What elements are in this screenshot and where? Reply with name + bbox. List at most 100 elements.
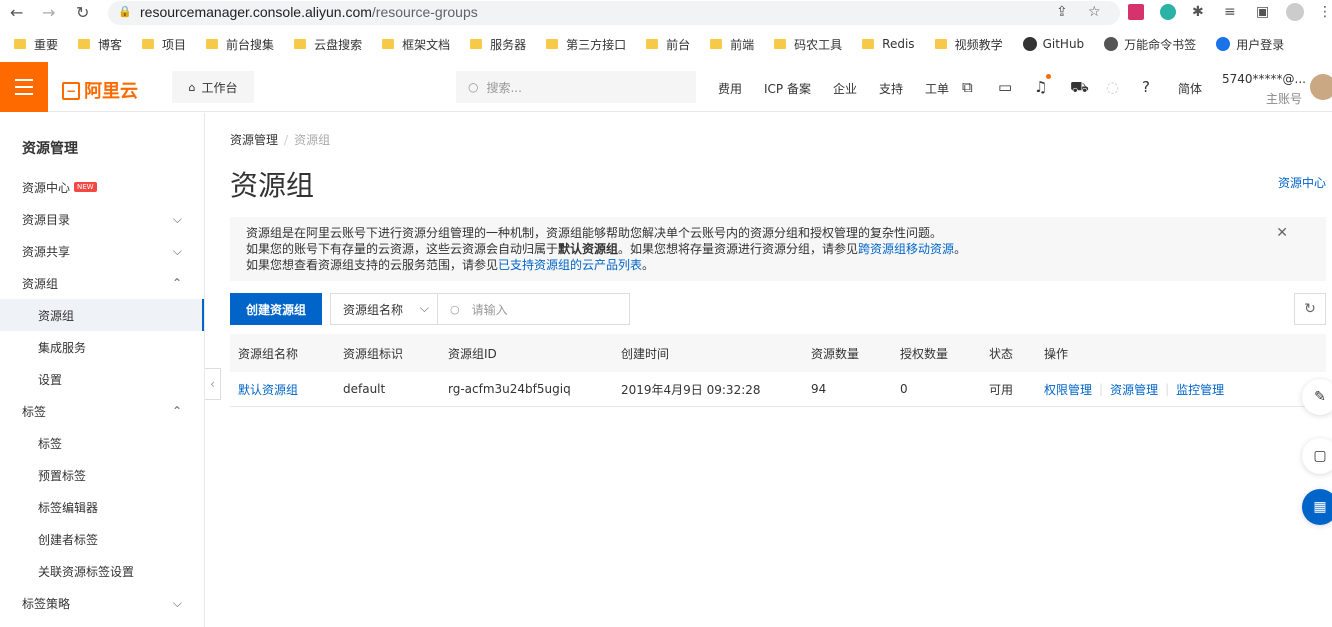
bookmark-folder[interactable]: 框架文档 [382,36,450,53]
sidebar-item-tags[interactable]: 标签 [0,427,204,459]
sidebar-item-resource-center[interactable]: 资源中心 NEW [0,171,204,203]
sidebar-item-associated-tag-settings[interactable]: 关联资源标签设置 [0,555,204,587]
breadcrumb-current: 资源组 [294,133,331,147]
top-link-enterprise[interactable]: 企业 [833,80,857,97]
sidebar-item-resource-directory[interactable]: 资源目录 ⌵ [0,203,204,235]
url-text[interactable]: resourcemanager.console.aliyun.com/resou… [140,4,478,20]
header-name: 资源组名称 [238,346,299,361]
sidebar-item-tags-group[interactable]: 标签 ⌃ [0,395,204,427]
bookmark-folder[interactable]: 项目 [142,36,186,53]
bookmark-folder[interactable]: 前台搜集 [206,36,274,53]
extension-icon[interactable] [1160,4,1176,20]
sidebar-item-settings[interactable]: 设置 [0,363,204,395]
top-link-billing[interactable]: 费用 [718,80,742,97]
top-link-ticket[interactable]: 工单 [925,80,949,97]
row-name-link[interactable]: 默认资源组 [238,372,298,406]
bookmark-folder[interactable]: 服务器 [470,36,526,53]
create-resource-group-button[interactable]: 创建资源组 [230,293,322,325]
sidebar-item-tag-editor[interactable]: 标签编辑器 [0,491,204,523]
bookmark-github[interactable]: GitHub [1022,37,1084,51]
table-header: 资源组名称 资源组标识 资源组ID 创建时间 资源数量 授权数量 状态 操作 [230,334,1326,372]
chevron-down-icon: ⌵ [419,301,429,315]
resource-center-link[interactable]: 资源中心 [1278,174,1326,191]
bookmark-folder[interactable]: 视频教学 [934,36,1003,53]
translate-extension-icon[interactable] [1128,4,1144,20]
star-icon[interactable]: ☆ [1088,4,1101,20]
cart-icon[interactable]: ⛟ [1070,78,1089,98]
bookmark-link[interactable]: 万能命令书签 [1104,36,1196,53]
search-field-select[interactable]: 资源组名称 ⌵ [330,293,438,325]
sidebar-item-creator-tags[interactable]: 创建者标签 [0,523,204,555]
resource-management-link[interactable]: 资源管理 [1110,381,1158,398]
account-name[interactable]: 5740*****@... [1222,72,1306,86]
profile-icon[interactable] [1286,3,1304,21]
monitoring-management-link[interactable]: 监控管理 [1176,381,1224,398]
info-banner: 资源组是在阿里云账号下进行资源分组管理的一种机制，资源组能够帮助您解决单个云账号… [230,217,1326,281]
close-icon[interactable]: ✕ [1276,225,1288,241]
breadcrumb-root[interactable]: 资源管理 [230,133,278,147]
app-icon[interactable]: ⧉ [962,78,973,96]
aliyun-logo[interactable]: − 阿里云 [62,77,138,103]
sidebar-collapse-button[interactable]: ‹ [205,368,221,400]
bookmark-folder[interactable]: 重要 [14,36,58,53]
move-resources-link[interactable]: 跨资源组移动资源 [858,242,954,256]
puzzle-icon[interactable]: ✱ [1192,4,1204,20]
top-link-support[interactable]: 支持 [879,80,903,97]
permission-management-link[interactable]: 权限管理 [1044,381,1092,398]
forward-arrow-icon[interactable]: → [42,3,55,22]
bookmark-folder[interactable]: 前端 [710,36,754,53]
sidebar-item-resource-group[interactable]: 资源组 [0,299,204,331]
avatar[interactable] [1310,74,1332,100]
bookmark-folder[interactable]: 码农工具 [774,36,842,53]
bookmark-folder[interactable]: 博客 [78,36,122,53]
sidebar-title: 资源管理 [22,141,78,157]
edit-float-button[interactable]: ✎ [1302,379,1332,415]
sidebar-item-preset-tags[interactable]: 预置标签 [0,459,204,491]
top-link-icp[interactable]: ICP 备案 [764,80,811,97]
apps-float-button[interactable]: ▦ [1302,489,1332,525]
sidebar-item-tag-policy[interactable]: 标签策略 ⌵ [0,587,204,619]
refresh-button[interactable]: ↻ [1294,293,1326,325]
search-input[interactable]: ○ 请输入 [437,293,630,325]
bell-icon[interactable]: ♫ [1034,78,1047,96]
reload-icon[interactable]: ↻ [76,3,89,22]
bookmarks-bar: 重要 博客 项目 前台搜集 云盘搜索 框架文档 服务器 第三方接口 前台 前端 … [0,30,1332,58]
home-icon: ⌂ [188,80,196,94]
header-id: 资源组ID [448,346,497,361]
account-type: 主账号 [1266,92,1303,106]
chevron-down-icon: ⌵ [172,243,182,258]
lightbulb-icon[interactable]: ◌ [1106,78,1119,96]
row-resource-count: 94 [811,382,827,396]
pencil-icon: ✎ [1314,389,1326,405]
folder-icon [934,39,947,49]
help-icon[interactable]: ? [1142,78,1150,96]
info-line-3: 如果您想查看资源组支持的云服务范围，请参见已支持资源组的云产品列表。 [246,258,655,272]
supported-products-link[interactable]: 已支持资源组的云产品列表 [498,258,642,272]
bookmark-folder[interactable]: Redis [862,37,915,51]
back-arrow-icon[interactable]: ← [10,3,23,22]
github-icon [1022,37,1037,51]
chevron-down-icon: ⌵ [172,211,182,226]
menu-dots-icon[interactable]: ⋮ [1318,4,1332,20]
chevron-down-icon: ⌵ [172,595,182,610]
sidebar-item-resource-sharing[interactable]: 资源共享 ⌵ [0,235,204,267]
bookmark-folder[interactable]: 第三方接口 [546,36,626,53]
bookmark-folder[interactable]: 前台 [646,36,690,53]
sidebar-item-integrated-services[interactable]: 集成服务 [0,331,204,363]
header-resource-count: 资源数量 [811,346,860,361]
terminal-icon[interactable]: ▭ [998,78,1012,96]
share-icon[interactable]: ⇪ [1056,4,1068,20]
global-search-input[interactable]: ○ 搜索... [456,71,696,103]
bookmark-link[interactable]: 用户登录 [1216,36,1284,53]
sidebar-item-resource-groups[interactable]: 资源组 ⌃ [0,267,204,299]
feedback-float-button[interactable]: ▢ [1302,438,1332,474]
grid-icon: ▦ [1313,499,1327,515]
bookmark-folder[interactable]: 云盘搜索 [294,36,362,53]
hamburger-menu-button[interactable] [0,62,48,112]
reading-list-icon[interactable]: ≡ [1224,4,1236,20]
language-switch[interactable]: 简体 [1178,80,1202,97]
workbench-button[interactable]: ⌂ 工作台 [172,71,254,103]
refresh-icon: ↻ [1304,301,1316,317]
console-topbar: − 阿里云 ⌂ 工作台 ○ 搜索... 费用 ICP 备案 企业 支持 工单 ⧉ ▭ … [0,62,1332,112]
side-panel-icon[interactable]: ▣ [1256,4,1269,20]
